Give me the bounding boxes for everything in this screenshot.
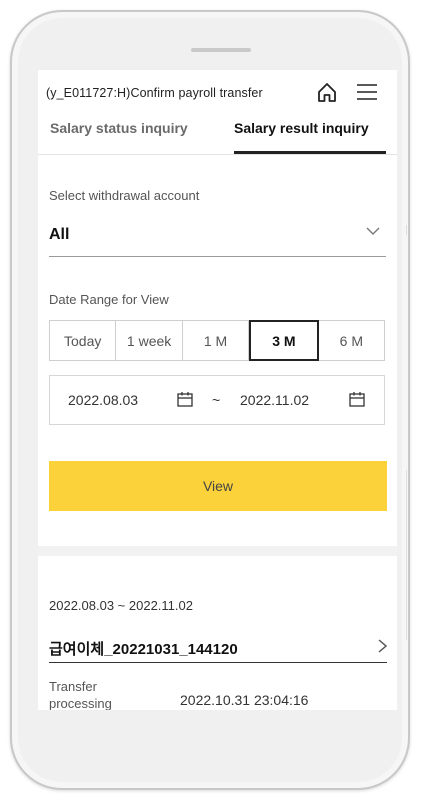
period-1-month-button[interactable]: 1 M [182,321,250,360]
date-range-field: 2022.08.03 ~ 2022.11.02 [49,375,385,425]
active-tab-indicator [234,151,386,154]
chevron-down-icon[interactable] [366,226,380,236]
home-icon[interactable] [316,81,338,103]
date-separator: ~ [212,392,221,408]
tab-salary-status[interactable]: Salary status inquiry [50,120,188,136]
section-divider [38,546,397,556]
chevron-right-icon[interactable] [378,639,387,653]
tab-bar: Salary status inquiry Salary result inqu… [38,114,397,155]
period-3-month-button[interactable]: 3 M [249,320,319,361]
period-6-month-button[interactable]: 6 M [318,321,385,360]
tab-salary-result[interactable]: Salary result inquiry [234,120,369,136]
account-label: Select withdrawal account [49,188,200,203]
result-title-underline [49,662,387,663]
period-1-week-button[interactable]: 1 week [116,321,183,360]
view-button[interactable]: View [49,461,387,511]
processing-date-label: Transfer processing date [49,679,112,710]
edge-fragment-line [406,470,407,640]
app-header: (y_E011727:H)Confirm payroll transfer [38,80,397,110]
app-screen: (y_E011727:H)Confirm payroll transfer Sa… [38,70,397,710]
page-title: (y_E011727:H)Confirm payroll transfer [46,86,263,100]
period-selector: Today 1 week 1 M 3 M 6 M [49,320,385,361]
period-today-button[interactable]: Today [50,321,117,360]
edge-fragment-line [406,225,407,235]
processing-date-value: 2022.10.31 23:04:16 [180,692,309,708]
account-select-underline [49,256,386,257]
end-date-input[interactable]: 2022.11.02 [240,392,309,408]
calendar-icon[interactable] [349,391,365,407]
result-item-title[interactable]: 급여이체_20221031_144120 [49,638,238,659]
calendar-icon[interactable] [177,391,193,407]
result-date-range: 2022.08.03 ~ 2022.11.02 [49,598,193,613]
phone-speaker [191,48,251,52]
period-label: Date Range for View [49,292,169,307]
account-select-value[interactable]: All [49,226,69,244]
start-date-input[interactable]: 2022.08.03 [68,392,138,408]
hamburger-menu-icon[interactable] [356,82,378,102]
